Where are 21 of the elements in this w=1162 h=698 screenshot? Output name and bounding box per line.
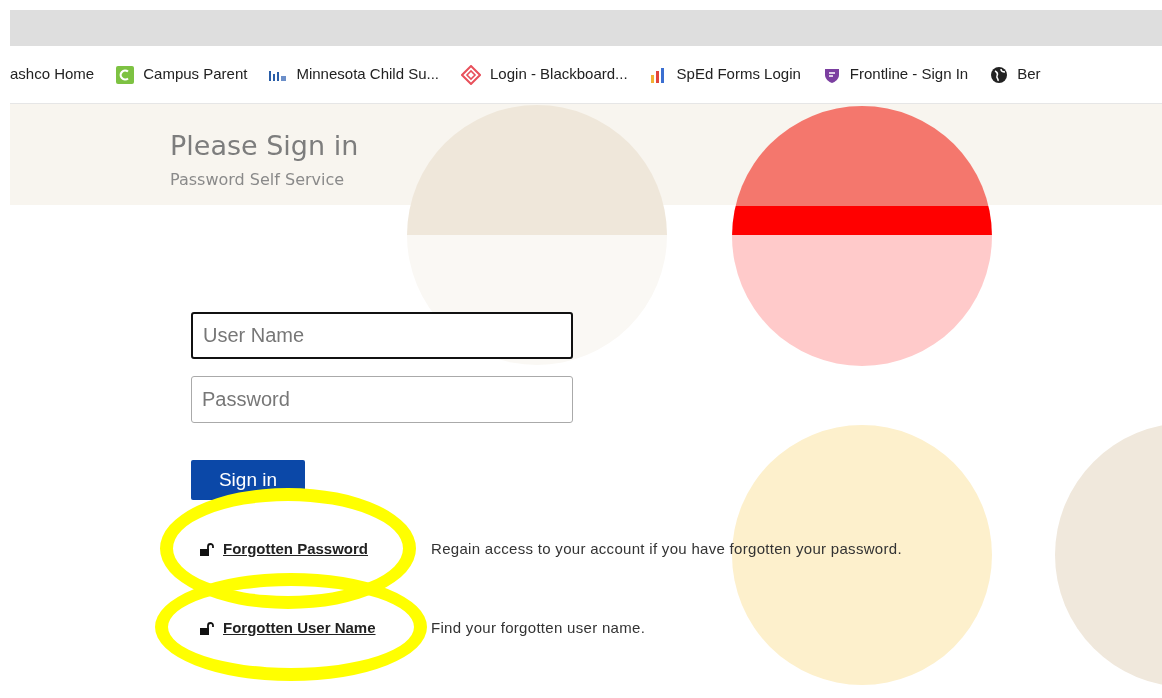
help-link[interactable]: Forgotten Password (223, 537, 431, 561)
globe-icon (990, 65, 1009, 84)
bookmark-link[interactable]: SpEd Forms Login (676, 63, 801, 86)
bookmark-link[interactable]: ashco Home (10, 63, 95, 86)
bookmark-link[interactable]: Login - Blackboard... (490, 63, 628, 86)
page-title: Please Sign in (170, 129, 360, 163)
input-field[interactable]: Password (191, 376, 573, 423)
campus-logo-icon (116, 65, 135, 84)
bookmark-link[interactable]: Minnesota Child Su... (296, 63, 439, 86)
page-subtitle: Password Self Service (170, 169, 346, 191)
bookmark-link[interactable]: Ber (1017, 63, 1041, 86)
open-padlock-icon (200, 542, 214, 556)
input-field[interactable]: User Name (191, 312, 573, 359)
help-link[interactable]: Forgotten User Name (223, 616, 431, 640)
bookmark-link[interactable]: Campus Parent (143, 63, 248, 86)
open-padlock-icon (200, 621, 214, 635)
diamond-logo-icon (461, 64, 481, 85)
chart-logo-icon (269, 68, 288, 81)
bookmark-link[interactable]: Frontline - Sign In (849, 63, 969, 86)
help-description: Find your forgotten user name. (431, 617, 646, 638)
help-description: Regain access to your account if you have forgotten your password. (431, 538, 902, 559)
